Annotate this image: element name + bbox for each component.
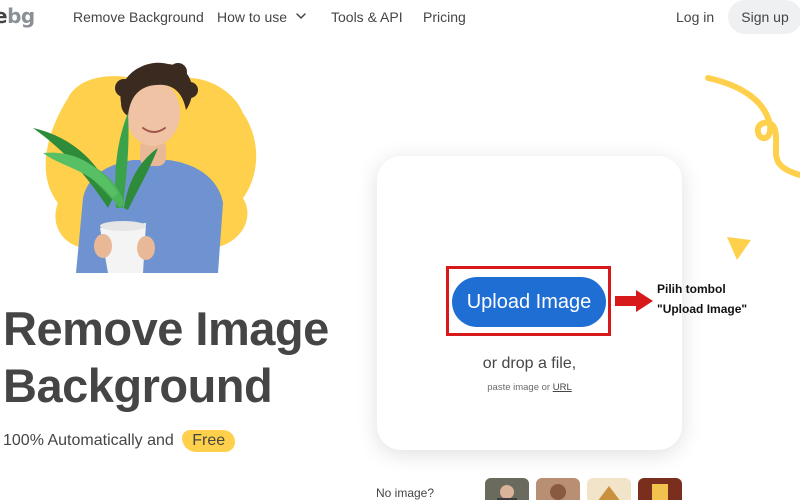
page-title-line2: Background <box>3 359 273 412</box>
no-image-label: No image? <box>376 486 435 500</box>
logo-text-part2: bg <box>7 4 35 28</box>
free-badge: Free <box>182 430 236 452</box>
signup-button[interactable]: Sign up <box>728 0 800 34</box>
instruction-note-line2: "Upload Image" <box>657 302 748 316</box>
red-arrow-icon <box>615 290 653 312</box>
sample-image-4 <box>638 478 682 500</box>
url-link[interactable]: URL <box>553 382 572 393</box>
page-title-line1: Remove Image <box>3 302 329 355</box>
nav-how-to-use[interactable]: How to use <box>217 9 307 25</box>
paste-label: paste image or <box>487 382 551 393</box>
chevron-down-icon <box>296 13 306 20</box>
subtitle-text: 100% Automatically and <box>3 432 174 449</box>
sample-image-thumbnail[interactable] <box>485 478 529 500</box>
nav-tools-api[interactable]: Tools & API <box>331 9 403 25</box>
yellow-squiggle-decoration <box>705 75 800 178</box>
sample-image-1 <box>485 478 529 500</box>
drop-file-text: or drop a file, <box>482 355 577 372</box>
sample-image-thumbnail[interactable] <box>587 478 631 500</box>
logo[interactable]: ebg <box>0 4 35 28</box>
yellow-triangle-decoration <box>727 237 751 260</box>
sample-image-thumbnail[interactable] <box>638 478 682 500</box>
sample-image-thumbnail[interactable] <box>536 478 580 500</box>
page-title: Remove Image Background <box>3 300 329 414</box>
hero-person-image <box>33 62 257 273</box>
instruction-note-line1: Pilih tombol <box>657 282 726 296</box>
page-subtitle: 100% Automatically and Free <box>3 430 236 452</box>
nav-pricing[interactable]: Pricing <box>423 9 466 25</box>
upload-image-button[interactable]: Upload Image <box>452 277 606 327</box>
nav-remove-background[interactable]: Remove Background <box>73 9 204 25</box>
sample-image-2 <box>536 478 580 500</box>
paste-image-text: paste image or URL <box>377 382 682 393</box>
nav-how-to-use-label: How to use <box>217 9 288 25</box>
sample-image-3 <box>587 478 631 500</box>
top-navigation-bar: ebg Remove Background How to use Tools &… <box>0 0 800 34</box>
instruction-note: Pilih tombol "Upload Image" <box>657 279 747 319</box>
login-link[interactable]: Log in <box>676 9 714 25</box>
